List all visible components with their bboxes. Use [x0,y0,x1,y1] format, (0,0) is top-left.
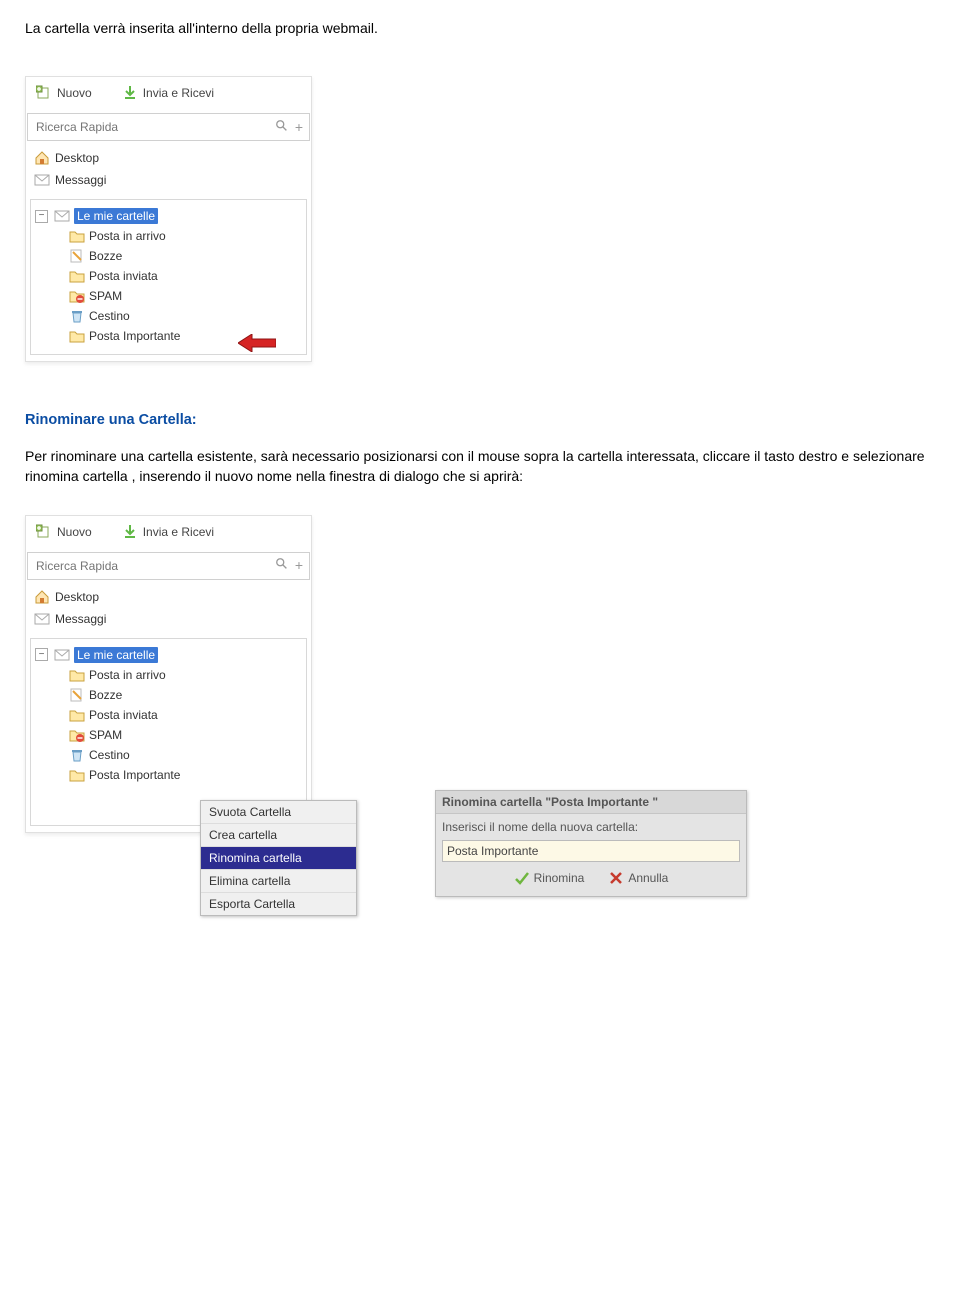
folder-mail-icon [69,667,85,683]
search-icon[interactable] [275,119,289,136]
mail-icon [54,647,70,663]
draft-icon [69,687,85,703]
nuovo-button[interactable]: Nuovo [36,85,92,101]
search-bar[interactable]: + [27,113,310,141]
webmail-sidebar-2: Nuovo Invia e Ricevi + Desktop [25,515,312,833]
tree-label: Posta inviata [89,269,158,283]
tree-label: Posta Importante [89,768,180,782]
download-arrow-icon [122,524,138,540]
nuovo-icon [36,85,52,101]
collapse-icon[interactable]: − [35,210,48,223]
mail-icon [34,611,50,627]
nav-desktop-label: Desktop [55,590,99,604]
tree-item-bozze[interactable]: Bozze [69,685,302,705]
tree-label: SPAM [89,289,122,303]
tree-item-inbox[interactable]: Posta in arrivo [69,665,302,685]
folder-icon [69,707,85,723]
home-icon [34,589,50,605]
nuovo-icon [36,524,52,540]
search-input[interactable] [34,119,275,135]
section-title: Rinominare una Cartella: [25,412,935,428]
tree-label: Posta in arrivo [89,668,166,682]
cancel-icon [608,870,624,886]
tree-label: Posta inviata [89,708,158,722]
cm-rinomina[interactable]: Rinomina cartella [201,846,356,869]
tree-root[interactable]: − Le mie cartelle [35,206,302,226]
invia-ricevi-button[interactable]: Invia e Ricevi [122,85,214,101]
tree-root[interactable]: − Le mie cartelle [35,645,302,665]
cm-crea[interactable]: Crea cartella [201,823,356,846]
nav-desktop-label: Desktop [55,151,99,165]
tree-root-label: Le mie cartelle [74,208,158,224]
tree-label: Posta Importante [89,329,180,343]
nav-messaggi-label: Messaggi [55,173,106,187]
invia-ricevi-button[interactable]: Invia e Ricevi [122,524,214,540]
tree-label: Bozze [89,249,122,263]
folder-icon [69,268,85,284]
nav-desktop[interactable]: Desktop [26,586,311,608]
annulla-label: Annulla [628,871,668,885]
tree-item-trash[interactable]: Cestino [69,745,302,765]
cm-elimina[interactable]: Elimina cartella [201,869,356,892]
folder-icon [69,328,85,344]
cm-svuota[interactable]: Svuota Cartella [201,801,356,823]
add-search-icon[interactable]: + [295,119,303,136]
webmail-sidebar-1: Nuovo Invia e Ricevi + Desktop [25,76,312,362]
nav-messaggi[interactable]: Messaggi [26,608,311,630]
tree-label: Cestino [89,309,130,323]
annulla-button[interactable]: Annulla [608,870,668,886]
search-icon[interactable] [275,557,289,574]
nuovo-label: Nuovo [57,86,92,100]
tree-label: SPAM [89,728,122,742]
tree-label: Cestino [89,748,130,762]
tree-item-trash[interactable]: Cestino [69,306,302,326]
search-input[interactable] [34,558,275,574]
tree-label: Bozze [89,688,122,702]
tree-item-bozze[interactable]: Bozze [69,246,302,266]
mail-icon [54,208,70,224]
invia-ricevi-label: Invia e Ricevi [143,525,214,539]
tree-item-important[interactable]: Posta Importante [69,326,302,346]
context-menu: Svuota Cartella Crea cartella Rinomina c… [200,800,357,916]
nav-messaggi-label: Messaggi [55,612,106,626]
folder-mail-icon [69,228,85,244]
rinomina-button[interactable]: Rinomina [514,870,585,886]
folder-icon [69,767,85,783]
spam-icon [69,288,85,304]
download-arrow-icon [122,85,138,101]
invia-ricevi-label: Invia e Ricevi [143,86,214,100]
home-icon [34,150,50,166]
collapse-icon[interactable]: − [35,648,48,661]
rename-dialog-title: Rinomina cartella "Posta Importante " [436,791,746,814]
cm-esporta[interactable]: Esporta Cartella [201,892,356,915]
tree-root-label: Le mie cartelle [74,647,158,663]
nav-desktop[interactable]: Desktop [26,147,311,169]
tree-item-spam[interactable]: SPAM [69,286,302,306]
nav-messaggi[interactable]: Messaggi [26,169,311,191]
rename-dialog-prompt: Inserisci il nome della nuova cartella: [442,820,740,834]
search-bar[interactable]: + [27,552,310,580]
intro-text: La cartella verrà inserita all'interno d… [25,20,935,36]
paragraph-text: Per rinominare una cartella esistente, s… [25,446,935,487]
tree-item-sent[interactable]: Posta inviata [69,266,302,286]
folder-tree: − Le mie cartelle Posta in arrivo Bozze … [30,199,307,355]
rename-input[interactable]: Posta Importante [442,840,740,862]
mail-icon [34,172,50,188]
rinomina-label: Rinomina [534,871,585,885]
check-icon [514,870,530,886]
add-search-icon[interactable]: + [295,557,303,574]
trash-icon [69,747,85,763]
trash-icon [69,308,85,324]
tree-item-spam[interactable]: SPAM [69,725,302,745]
tree-item-important[interactable]: Posta Importante [69,765,302,785]
tree-label: Posta in arrivo [89,229,166,243]
folder-tree: − Le mie cartelle Posta in arrivo Bozze … [30,638,307,826]
tree-item-sent[interactable]: Posta inviata [69,705,302,725]
tree-item-inbox[interactable]: Posta in arrivo [69,226,302,246]
rename-dialog: Rinomina cartella "Posta Importante " In… [435,790,747,897]
draft-icon [69,248,85,264]
nuovo-label: Nuovo [57,525,92,539]
spam-icon [69,727,85,743]
nuovo-button[interactable]: Nuovo [36,524,92,540]
